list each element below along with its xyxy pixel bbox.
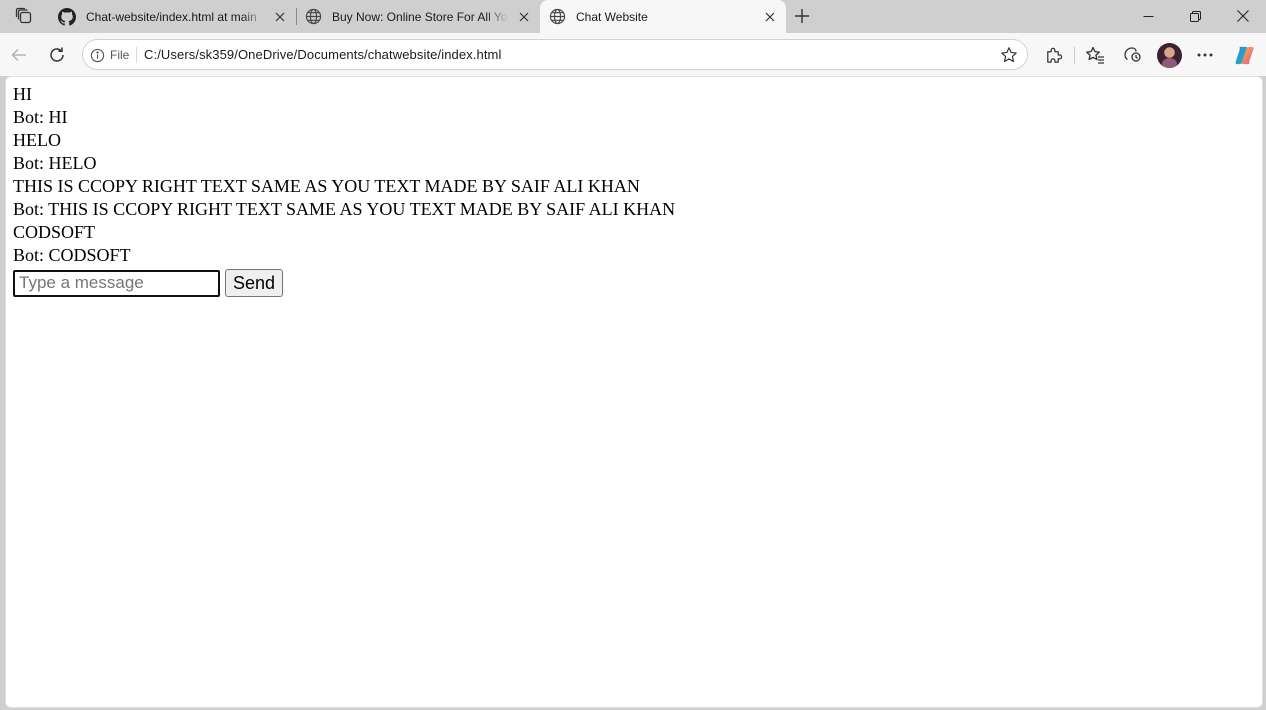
tab-title: Chat Website bbox=[576, 9, 648, 24]
refresh-icon[interactable] bbox=[44, 42, 70, 68]
tab-strip: Chat-website/index.html at main Buy Now:… bbox=[0, 0, 1266, 33]
address-divider bbox=[136, 47, 137, 63]
user-message: HI bbox=[13, 84, 32, 104]
bot-message: Bot: THIS IS CCOPY RIGHT TEXT SAME AS YO… bbox=[13, 199, 676, 219]
bot-message: Bot: HI bbox=[13, 107, 68, 127]
site-label: File bbox=[110, 48, 130, 62]
chat-page: HI Bot: HI HELO Bot: HELO THIS IS CCOPY … bbox=[13, 83, 675, 297]
globe-icon bbox=[548, 8, 566, 26]
site-info-button[interactable]: File bbox=[90, 45, 137, 65]
favorites-icon[interactable] bbox=[1082, 42, 1108, 68]
workspaces-icon[interactable] bbox=[12, 5, 36, 27]
github-icon bbox=[58, 7, 76, 26]
new-tab-icon[interactable] bbox=[790, 5, 814, 27]
url-text[interactable]: C:/Users/sk359/OneDrive/Documents/chatwe… bbox=[144, 47, 501, 62]
user-message: THIS IS CCOPY RIGHT TEXT SAME AS YOU TEX… bbox=[13, 176, 640, 196]
browser-toolbar: File C:/Users/sk359/OneDrive/Documents/c… bbox=[0, 33, 1266, 76]
globe-icon bbox=[304, 8, 322, 26]
tab-chat-website[interactable]: Chat Website bbox=[540, 0, 786, 33]
close-tab-icon[interactable] bbox=[270, 7, 290, 27]
close-window-icon[interactable] bbox=[1228, 4, 1258, 28]
page-viewport: HI Bot: HI HELO Bot: HELO THIS IS CCOPY … bbox=[5, 76, 1263, 708]
star-icon[interactable] bbox=[999, 45, 1019, 65]
user-message: CODSOFT bbox=[13, 222, 96, 242]
tab-title: Buy Now: Online Store For All You bbox=[332, 9, 508, 24]
bot-message: Bot: HELO bbox=[13, 153, 97, 173]
restore-icon[interactable] bbox=[1180, 4, 1210, 28]
send-button[interactable]: Send bbox=[225, 269, 284, 297]
message-input[interactable] bbox=[13, 269, 220, 297]
bot-message: Bot: CODSOFT bbox=[13, 245, 131, 265]
browser-essentials-icon[interactable] bbox=[1119, 42, 1145, 68]
more-icon[interactable] bbox=[1192, 42, 1218, 68]
info-icon bbox=[90, 48, 105, 62]
chat-log: HI Bot: HI HELO Bot: HELO THIS IS CCOPY … bbox=[13, 83, 675, 267]
user-message: HELO bbox=[13, 130, 61, 150]
profile-avatar[interactable] bbox=[1157, 43, 1182, 68]
tab-title: Chat-website/index.html at main bbox=[86, 9, 264, 24]
copilot-icon[interactable] bbox=[1231, 42, 1257, 68]
extensions-icon[interactable] bbox=[1040, 42, 1066, 68]
close-tab-icon[interactable] bbox=[514, 7, 534, 27]
address-bar[interactable]: File C:/Users/sk359/OneDrive/Documents/c… bbox=[82, 39, 1028, 70]
message-composer: Send bbox=[13, 269, 675, 297]
close-tab-icon[interactable] bbox=[760, 7, 780, 27]
tab-online-store[interactable]: Buy Now: Online Store For All You bbox=[296, 0, 540, 33]
toolbar-divider bbox=[1074, 47, 1075, 64]
back-icon[interactable] bbox=[6, 42, 32, 68]
tab-github[interactable]: Chat-website/index.html at main bbox=[50, 0, 296, 33]
minimize-icon[interactable] bbox=[1133, 4, 1163, 28]
